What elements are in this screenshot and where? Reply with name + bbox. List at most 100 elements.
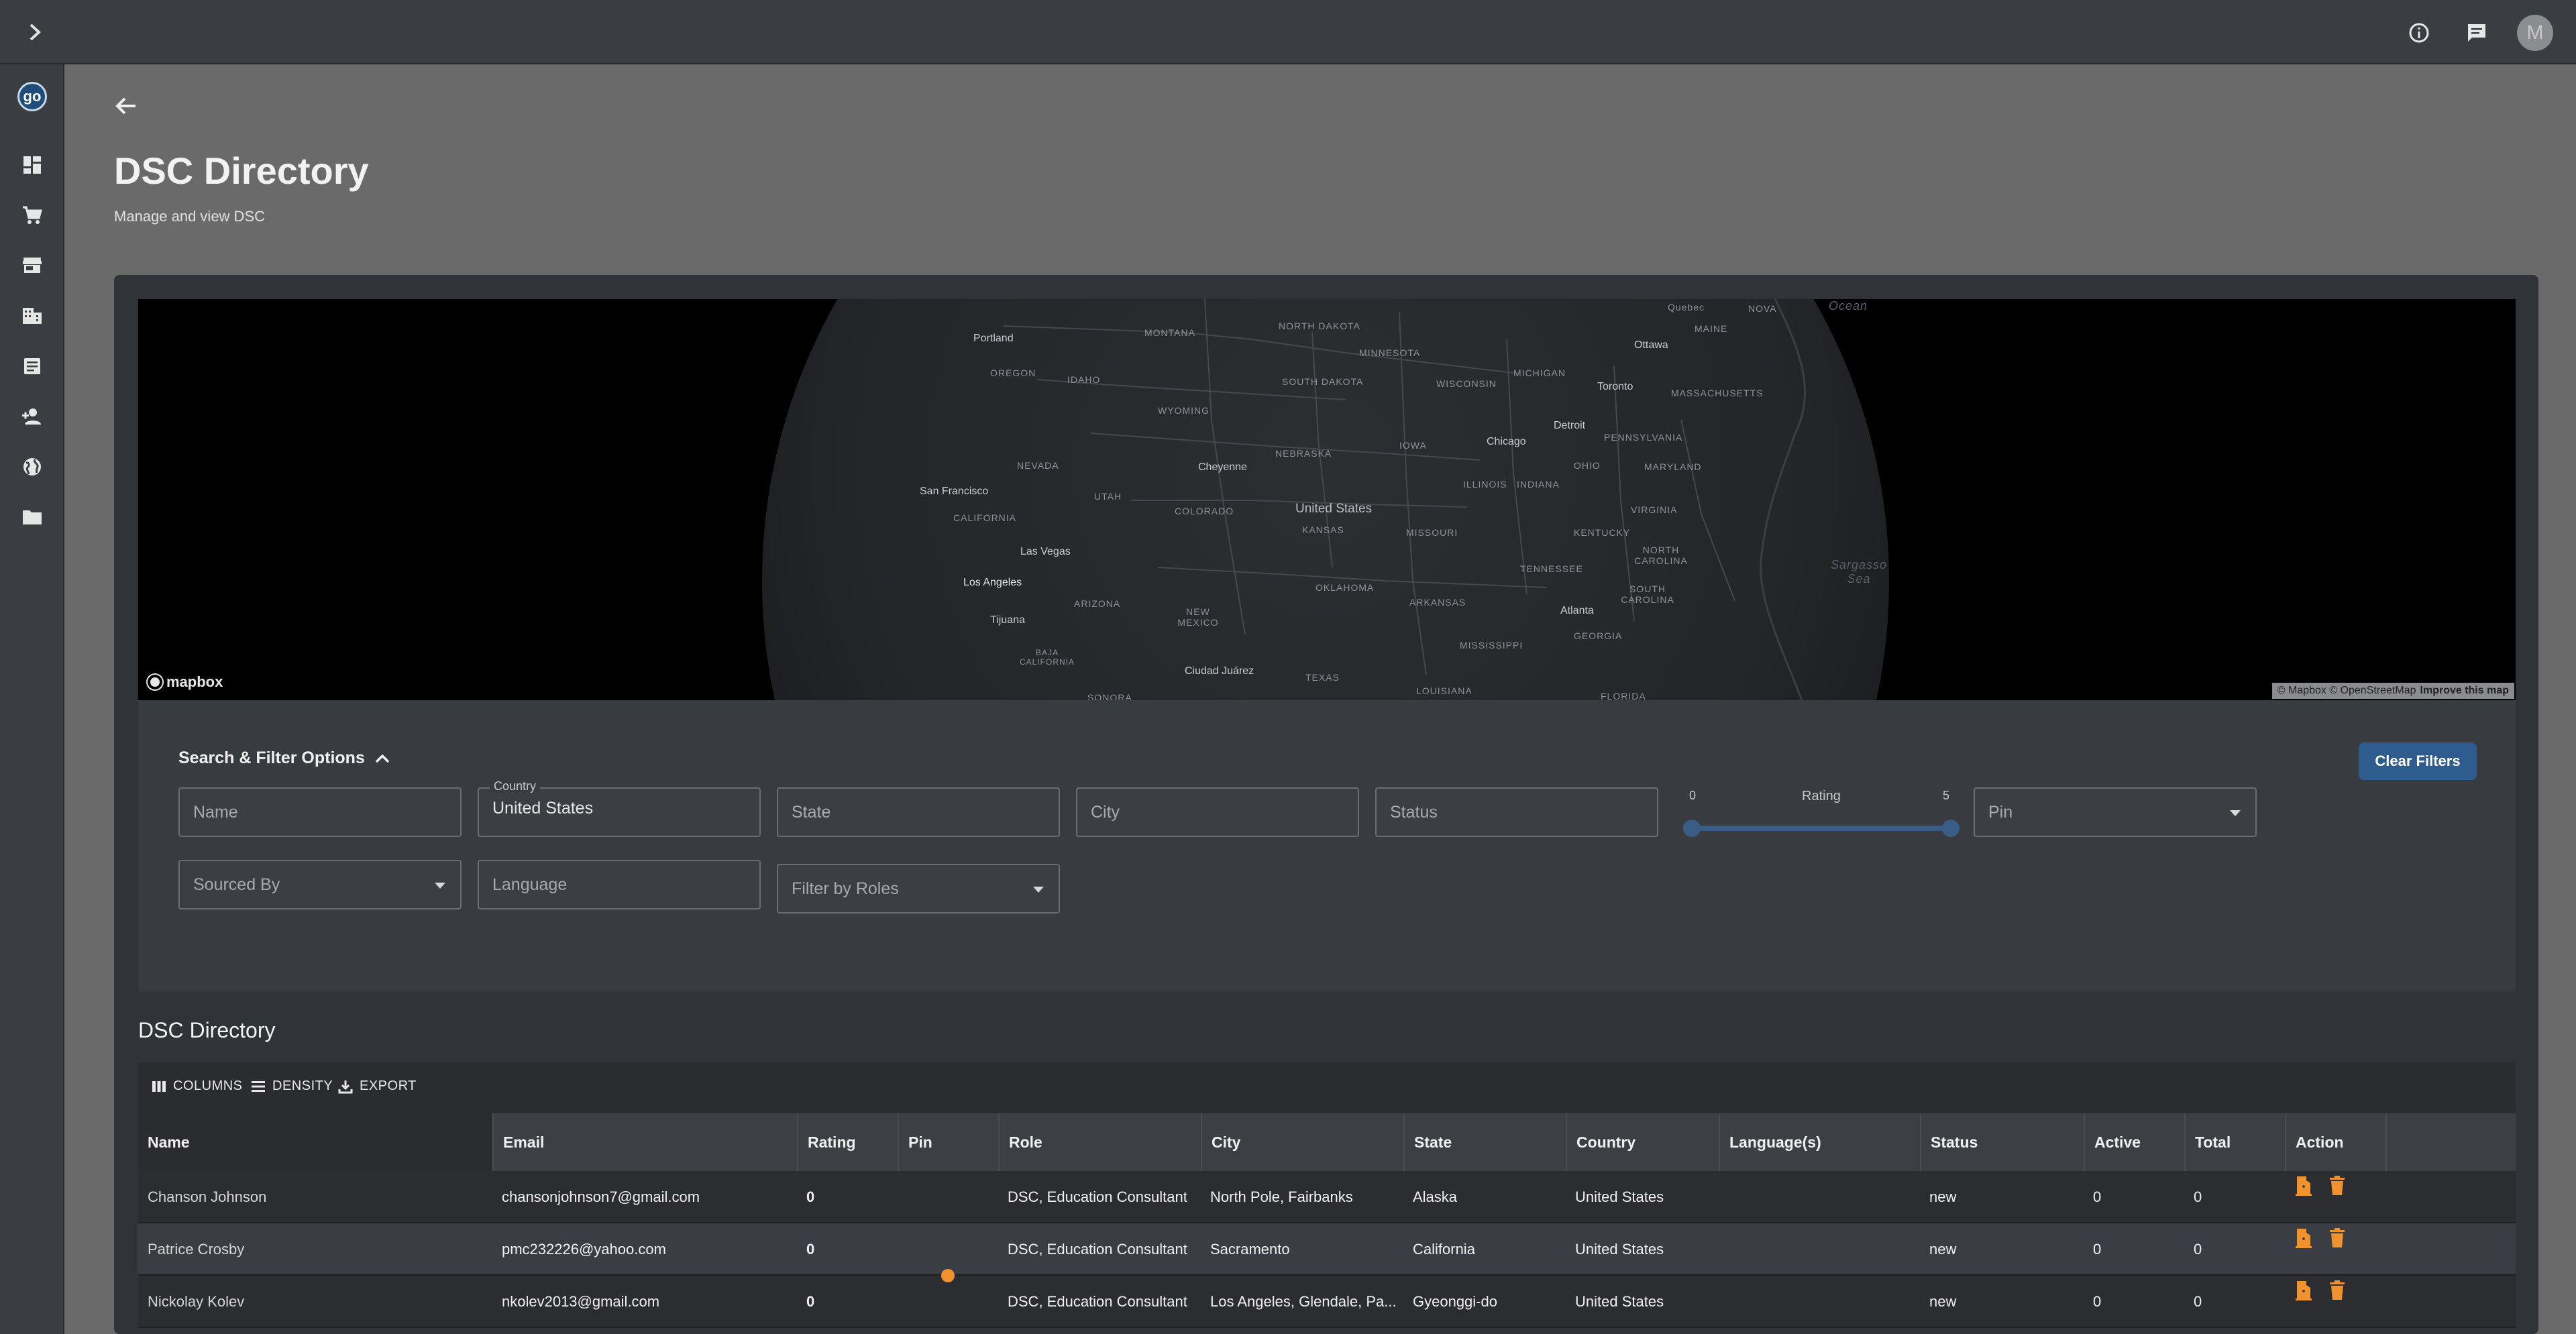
- cell-rating: 0: [806, 1241, 815, 1258]
- column-header-role[interactable]: Role: [998, 1113, 1201, 1171]
- rating-slider-min-thumb[interactable]: [1683, 820, 1701, 837]
- map-label: FLORIDA: [1601, 691, 1646, 700]
- mapbox-logo-icon: [148, 675, 162, 689]
- delete-icon[interactable]: [2328, 1280, 2347, 1301]
- cell-city: North Pole, Fairbanks: [1210, 1188, 1353, 1205]
- cart-icon[interactable]: [19, 202, 46, 229]
- avatar[interactable]: M: [2517, 15, 2553, 51]
- store-icon[interactable]: [19, 252, 46, 279]
- map-label: NOVA: [1748, 303, 1777, 314]
- chevron-right-icon[interactable]: [20, 17, 50, 47]
- clear-filters-button[interactable]: Clear Filters: [2359, 742, 2477, 780]
- top-app-bar: M: [0, 0, 2576, 64]
- table-row[interactable]: Nickolay Kolev nkolev2013@gmail.com 0 DSC, …: [138, 1269, 2516, 1328]
- column-header-city[interactable]: City: [1201, 1113, 1403, 1171]
- map-label: OREGON: [990, 368, 1036, 378]
- building-icon[interactable]: [19, 302, 46, 329]
- page-subtitle: Manage and view DSC: [114, 208, 266, 225]
- map-label: Las Vegas: [1020, 546, 1071, 557]
- map-attribution[interactable]: © Mapbox © OpenStreetMap Improve this map: [2271, 683, 2514, 699]
- column-header-email[interactable]: Email: [492, 1113, 797, 1171]
- rating-slider-track[interactable]: [1692, 826, 1951, 831]
- state-input[interactable]: [792, 789, 1045, 836]
- dashboard-icon[interactable]: [19, 152, 46, 178]
- table-row[interactable]: Patrice Crosby pmc232226@yahoo.com 0 DSC, E…: [138, 1223, 2516, 1276]
- pin-select[interactable]: Pin: [1974, 787, 2257, 837]
- map-label: UTAH: [1094, 491, 1122, 502]
- cell-rating: 0: [806, 1293, 815, 1310]
- map-label: MARYLAND: [1644, 461, 1702, 472]
- name-input[interactable]: [193, 789, 447, 836]
- cell-email: chansonjohnson7@gmail.com: [502, 1188, 700, 1205]
- back-arrow-icon[interactable]: [107, 87, 145, 125]
- globe-icon[interactable]: [19, 453, 46, 480]
- roles-select[interactable]: Filter by Roles: [777, 864, 1060, 913]
- app-logo[interactable]: go: [17, 82, 47, 111]
- open-icon[interactable]: [2294, 1227, 2313, 1249]
- add-person-icon[interactable]: [19, 403, 46, 430]
- status-input[interactable]: [1390, 789, 1644, 836]
- map-label: Ottawa: [1634, 339, 1668, 351]
- map-label: MONTANA: [1144, 327, 1195, 338]
- improve-map-link[interactable]: Improve this map: [2420, 685, 2509, 696]
- column-header-status[interactable]: Status: [1920, 1113, 2084, 1171]
- table-row[interactable]: Chanson Johnson chansonjohnson7@gmail.com…: [138, 1171, 2516, 1223]
- map-label: GEORGIA: [1574, 630, 1623, 641]
- language-field[interactable]: [478, 860, 761, 909]
- cell-active: 0: [2093, 1293, 2102, 1310]
- cell-city: Sacramento: [1210, 1241, 1290, 1258]
- column-header-pin[interactable]: Pin: [898, 1113, 998, 1171]
- sourced-by-select[interactable]: Sourced By: [178, 860, 462, 909]
- map-label: SOUTH DAKOTA: [1282, 376, 1364, 387]
- map[interactable]: Quebec NOVA MAINE Ocean Portland MONTANA…: [138, 299, 2516, 700]
- columns-label: COLUMNS: [173, 1078, 243, 1093]
- filter-section-toggle[interactable]: Search & Filter Options: [178, 748, 390, 768]
- language-input[interactable]: [492, 861, 746, 908]
- column-header-rating[interactable]: Rating: [797, 1113, 898, 1171]
- cell-country: United States: [1575, 1293, 1664, 1310]
- country-field[interactable]: Country: [478, 779, 761, 837]
- feedback-icon[interactable]: [2459, 15, 2494, 50]
- column-header-name[interactable]: Name: [138, 1113, 492, 1171]
- map-label: MASSACHUSETTS: [1671, 388, 1764, 398]
- map-label: PENNSYLVANIA: [1604, 432, 1683, 443]
- folder-icon[interactable]: [19, 504, 46, 531]
- filter-panel: Search & Filter Options Clear Filters: [138, 700, 2516, 991]
- map-label: MAINE: [1695, 323, 1728, 334]
- rating-label: Rating: [1802, 789, 1841, 803]
- name-field[interactable]: [178, 787, 462, 837]
- map-label: NORTH DAKOTA: [1279, 321, 1360, 331]
- column-header-active[interactable]: Active: [2084, 1113, 2184, 1171]
- column-header-state[interactable]: State: [1403, 1113, 1566, 1171]
- delete-icon[interactable]: [2328, 1175, 2347, 1197]
- column-header-action[interactable]: Action: [2285, 1113, 2385, 1171]
- column-header-country[interactable]: Country: [1566, 1113, 1719, 1171]
- export-button[interactable]: EXPORT: [338, 1078, 417, 1094]
- column-header-languages[interactable]: Language(s): [1719, 1113, 1920, 1171]
- city-field[interactable]: [1076, 787, 1359, 837]
- cell-role: DSC, Education Consultant: [1008, 1188, 1187, 1205]
- state-field[interactable]: [777, 787, 1060, 837]
- document-icon[interactable]: [19, 353, 46, 380]
- info-icon[interactable]: [2402, 15, 2436, 50]
- mapbox-logo[interactable]: mapbox: [148, 673, 223, 691]
- city-input[interactable]: [1091, 789, 1344, 836]
- density-button[interactable]: DENSITY: [251, 1078, 333, 1094]
- status-field[interactable]: [1375, 787, 1658, 837]
- map-label: KENTUCKY: [1574, 527, 1631, 538]
- rating-slider[interactable]: 0 Rating 5: [1677, 789, 1960, 837]
- country-input[interactable]: [492, 785, 746, 832]
- column-header-total[interactable]: Total: [2184, 1113, 2285, 1171]
- open-icon[interactable]: [2294, 1175, 2313, 1197]
- grid-toolbar: COLUMNS DENSITY EXPORT: [138, 1062, 2516, 1113]
- map-label: MISSOURI: [1406, 527, 1458, 538]
- columns-button[interactable]: COLUMNS: [152, 1078, 243, 1094]
- map-label: SONORA: [1087, 692, 1132, 700]
- open-icon[interactable]: [2294, 1280, 2313, 1301]
- cell-languages: [1719, 1171, 1920, 1223]
- map-label: KANSAS: [1302, 524, 1344, 535]
- delete-icon[interactable]: [2328, 1227, 2347, 1249]
- map-label: Atlanta: [1560, 605, 1594, 616]
- cell-total: 0: [2194, 1188, 2202, 1205]
- rating-slider-max-thumb[interactable]: [1942, 820, 1960, 837]
